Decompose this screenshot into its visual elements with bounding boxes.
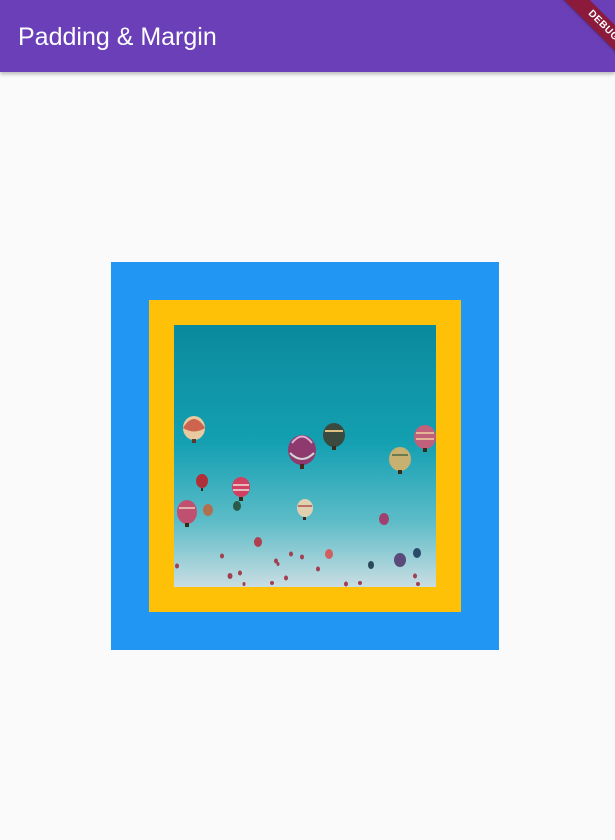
balloon-icon	[368, 561, 374, 569]
app-window: Padding & Margin DEBUG	[0, 0, 615, 840]
balloons-image	[174, 325, 436, 587]
balloon-icon	[203, 504, 213, 516]
debug-banner-label: DEBUG	[554, 0, 615, 75]
app-bar: Padding & Margin	[0, 0, 615, 72]
balloon-icon	[325, 549, 333, 559]
balloon-icon	[233, 501, 241, 511]
debug-banner: DEBUG	[535, 0, 615, 80]
app-bar-title: Padding & Margin	[18, 23, 217, 51]
page-body	[0, 72, 615, 840]
balloon-icon	[254, 537, 262, 547]
balloon-icon	[413, 548, 421, 558]
balloons-picture	[174, 325, 436, 587]
outer-margin-container	[111, 262, 499, 650]
inner-padding-container	[149, 300, 461, 612]
balloon-icon	[394, 553, 406, 567]
balloon-icon	[379, 513, 389, 525]
